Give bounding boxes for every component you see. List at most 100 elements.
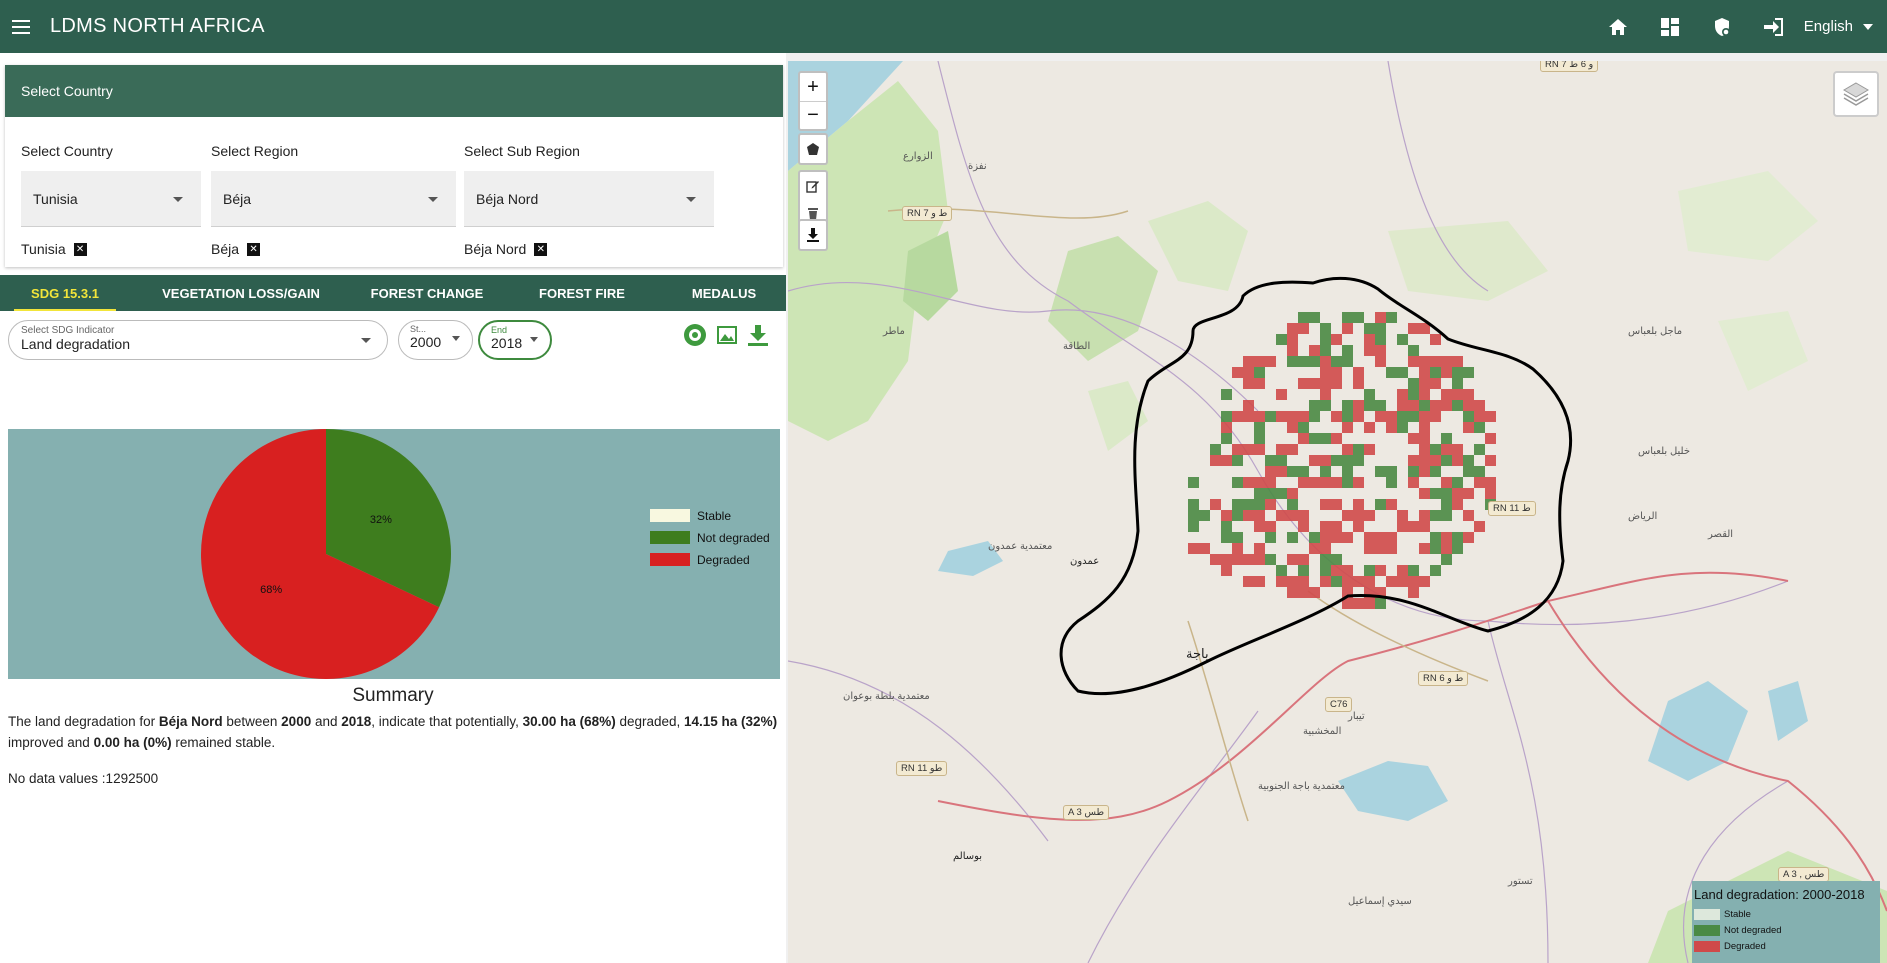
legend-label[interactable]: Degraded	[697, 553, 750, 567]
map-place-label: خليل بلعباس	[1638, 446, 1691, 457]
chevron-down-icon	[686, 197, 696, 202]
zoom-in-button[interactable]: +	[800, 73, 826, 101]
summary-text-part: remained stable.	[171, 735, 276, 750]
chevron-down-icon	[452, 336, 460, 341]
road-label: RN 11 طو	[896, 761, 948, 776]
pie-chart-panel: 32% 68% Stable Not degraded Degraded	[8, 429, 780, 679]
summary-degraded: 30.00 ha (68%)	[522, 714, 616, 729]
map-legend-item: Not degraded	[1694, 922, 1878, 938]
summary-text-part: improved and	[8, 735, 94, 750]
chip-label: Béja Nord	[464, 241, 527, 257]
subregion-label: Select Sub Region	[464, 143, 580, 159]
map-legend: Land degradation: 2000-2018 Stable Not d…	[1692, 881, 1880, 963]
map-place-label: تيبار	[1348, 711, 1365, 722]
indicator-select[interactable]: Select SDG Indicator Land degradation	[8, 320, 388, 360]
summary-text: The land degradation for Béja Nord betwe…	[8, 711, 778, 753]
summary-text-part: , indicate that potentially,	[371, 714, 523, 729]
map-place-label: ماجل بلعباس	[1628, 326, 1683, 337]
subregion-select[interactable]: Béja Nord	[464, 171, 714, 227]
region-select-value: Béja	[223, 190, 252, 207]
road-label: RN 7 و 6 ط	[1540, 61, 1599, 72]
tab-forest-fire[interactable]: FOREST FIRE	[502, 275, 662, 311]
app-title: LDMS NORTH AFRICA	[50, 15, 265, 37]
close-icon[interactable]: ✕	[247, 242, 261, 256]
image-icon[interactable]	[713, 321, 741, 349]
tab-vegetation[interactable]: VEGETATION LOSS/GAIN	[130, 275, 352, 311]
map-place-label: الرياض	[1628, 511, 1658, 522]
close-icon[interactable]: ✕	[73, 242, 87, 256]
start-year-select[interactable]: St... 2000	[398, 320, 473, 360]
close-icon[interactable]: ✕	[534, 242, 548, 256]
end-year-select[interactable]: End 2018	[478, 320, 552, 360]
country-card-title: Select Country	[5, 65, 783, 117]
map-place-label: معتمدية عمدون	[988, 541, 1053, 552]
zoom-out-button[interactable]: −	[800, 101, 826, 129]
draw-polygon-control	[798, 133, 828, 165]
polygon-icon[interactable]	[800, 135, 826, 163]
country-label: Select Country	[21, 143, 113, 159]
legend-swatch[interactable]	[650, 531, 690, 544]
indicator-select-label: Select SDG Indicator	[21, 325, 115, 336]
settings-icon[interactable]	[681, 321, 709, 349]
edit-icon[interactable]	[800, 172, 826, 200]
chevron-down-icon	[428, 197, 438, 202]
tab-sdg[interactable]: SDG 15.3.1	[0, 275, 130, 311]
map-place-label: معتمدية بلطة بوعوان	[843, 691, 930, 702]
download-map-control	[798, 219, 828, 251]
pie-data-label: 68%	[260, 584, 282, 596]
summary-text-part: The land degradation for	[8, 714, 159, 729]
map-place-label: ماطر	[883, 326, 905, 337]
menu-icon[interactable]	[0, 0, 42, 53]
language-label: English	[1803, 18, 1853, 35]
summary-text-part: between	[222, 714, 282, 729]
map-place-label: الزوارع	[903, 151, 933, 162]
road-label: A 3 طس	[1063, 805, 1110, 820]
left-panel: Select Country Select Country Select Reg…	[0, 53, 786, 963]
summary-text-part: and	[311, 714, 342, 729]
summary-text-part: degraded,	[615, 714, 685, 729]
map-place-label: معتمدية باجة الجنوبية	[1258, 781, 1345, 792]
tab-medalus[interactable]: MEDALUS	[662, 275, 786, 311]
road-label: RN 11 ط	[1488, 501, 1536, 516]
summary-stable: 0.00 ha (0%)	[93, 735, 172, 750]
dashboard-icon[interactable]	[1644, 0, 1696, 53]
start-year-label: St...	[410, 324, 427, 334]
indicator-select-value: Land degradation	[21, 336, 130, 352]
country-chip: Tunisia ✕	[21, 241, 87, 257]
legend-label: Not degraded	[1724, 924, 1782, 936]
summary-region: Béja Nord	[158, 714, 223, 729]
region-select[interactable]: Béja	[211, 171, 456, 227]
map-place-label: الطاقة	[1063, 341, 1091, 352]
legend-label[interactable]: Stable	[697, 509, 731, 523]
login-icon[interactable]	[1748, 0, 1800, 53]
start-year-value: 2000	[410, 334, 442, 350]
legend-swatch	[1694, 940, 1720, 952]
chip-label: Béja	[211, 241, 240, 257]
legend-label[interactable]: Not degraded	[697, 531, 770, 545]
chip-label: Tunisia	[21, 241, 66, 257]
language-selector[interactable]: English	[1800, 18, 1887, 35]
zoom-control: + −	[798, 71, 828, 131]
legend-label: Degraded	[1724, 940, 1766, 952]
country-select-value: Tunisia	[33, 190, 78, 207]
shield-settings-icon[interactable]	[1696, 0, 1748, 53]
pie-chart: 32% 68% Stable Not degraded Degraded	[201, 429, 770, 679]
region-label: Select Region	[211, 143, 299, 159]
map-place-label: عمدون	[1070, 556, 1100, 567]
home-icon[interactable]	[1592, 0, 1644, 53]
chevron-down-icon	[1863, 23, 1873, 30]
legend-swatch[interactable]	[650, 509, 690, 522]
map-view[interactable]: باجة عمدون معتمدية عمدون معتمدية باجة ال…	[788, 61, 1887, 963]
download-icon[interactable]	[800, 221, 826, 249]
summary-end-year: 2018	[341, 714, 372, 729]
download-icon[interactable]	[744, 321, 772, 349]
country-select[interactable]: Tunisia	[21, 171, 201, 227]
legend-swatch[interactable]	[650, 553, 690, 566]
map-place-label: القصر	[1708, 529, 1734, 540]
map-canvas[interactable]	[788, 61, 1887, 963]
layers-icon[interactable]	[1833, 71, 1879, 117]
legend-swatch	[1694, 924, 1720, 936]
tab-forest-change[interactable]: FOREST CHANGE	[352, 275, 502, 311]
map-place-label: المخشبية	[1303, 726, 1342, 737]
map-legend-item: Degraded	[1694, 938, 1878, 954]
